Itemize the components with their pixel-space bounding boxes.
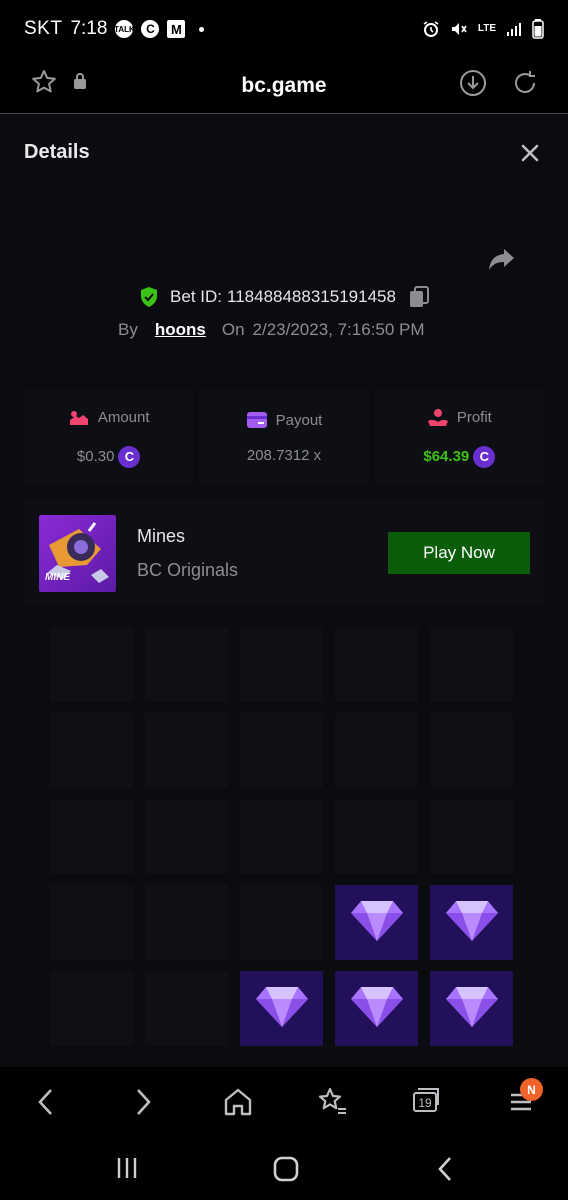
verified-shield-icon: [141, 287, 158, 307]
network-type: LTE: [477, 23, 496, 34]
download-icon[interactable]: [458, 68, 488, 98]
bet-id-label: Bet ID:: [170, 287, 223, 306]
game-provider: BC Originals: [137, 560, 239, 580]
system-nav-bar: [0, 1137, 568, 1200]
user-link[interactable]: hoons: [155, 320, 206, 340]
profit-icon: [427, 408, 448, 426]
hidden-tile[interactable]: [50, 799, 133, 874]
hidden-tile[interactable]: [145, 799, 228, 874]
gem-tile[interactable]: [335, 971, 418, 1046]
hidden-tile[interactable]: [50, 885, 133, 960]
stat-profit-value: $64.39: [423, 448, 470, 465]
gem-icon: [445, 983, 498, 1034]
hidden-tile[interactable]: [145, 971, 228, 1046]
carrier-label: SKT: [24, 18, 63, 39]
forward-icon[interactable]: [130, 1085, 156, 1119]
hidden-tile[interactable]: [145, 713, 228, 788]
mines-game-thumbnail[interactable]: MINE: [39, 515, 116, 592]
hidden-tile[interactable]: [430, 799, 513, 874]
game-card: MINE Mines BC Originals Play Now: [24, 500, 544, 605]
stat-amount-value: $0.30: [76, 448, 115, 465]
menu-notification-badge: N: [520, 1078, 543, 1101]
hidden-tile[interactable]: [335, 799, 418, 874]
coin-icon: C: [473, 445, 496, 468]
bookmarks-icon[interactable]: [316, 1085, 348, 1119]
details-title: Details: [24, 141, 90, 163]
stat-payout: Payout 208.7312 x: [199, 390, 369, 485]
battery-icon: [532, 19, 544, 39]
clock: 7:18: [70, 18, 108, 39]
stat-payout-label: Payout: [275, 411, 323, 429]
coin-icon: C: [118, 445, 141, 468]
bet-date: 2/23/2023, 7:16:50 PM: [252, 320, 425, 339]
mines-thumb-label: MINE: [45, 572, 70, 583]
signal-icon: [507, 23, 521, 36]
hidden-tile[interactable]: [430, 713, 513, 788]
gem-icon: [350, 983, 403, 1034]
tabs-button[interactable]: 19: [412, 1087, 440, 1113]
details-panel: Details Bet ID: 118488488315191458 By ho…: [0, 115, 568, 1067]
hidden-tile[interactable]: [50, 971, 133, 1046]
hidden-tile[interactable]: [240, 885, 323, 960]
gem-tile[interactable]: [240, 971, 323, 1046]
alarm-icon: [423, 21, 439, 37]
hidden-tile[interactable]: [335, 713, 418, 788]
stat-amount: Amount $0.30 C: [24, 390, 194, 485]
amount-icon: [69, 410, 88, 425]
home-nav-icon[interactable]: [272, 1155, 300, 1183]
back-icon[interactable]: [33, 1085, 59, 1119]
talk-notification-icon: TALK: [114, 20, 135, 38]
hidden-tile[interactable]: [430, 627, 513, 702]
gem-tile[interactable]: [335, 885, 418, 960]
reload-icon[interactable]: [510, 68, 540, 98]
bet-meta-row: By hoons On 2/23/2023, 7:16:50 PM: [118, 320, 425, 340]
stat-profit: Profit $64.39 C: [374, 390, 544, 485]
gem-tile[interactable]: [430, 971, 513, 1046]
home-icon[interactable]: [222, 1085, 254, 1119]
on-label: On: [221, 320, 245, 339]
gem-icon: [350, 897, 403, 948]
browser-toolbar: 19: [0, 1067, 568, 1137]
stat-payout-value: 208.7312 x: [246, 447, 322, 464]
hidden-tile[interactable]: [240, 627, 323, 702]
hidden-tile[interactable]: [145, 627, 228, 702]
by-label: By: [118, 320, 138, 339]
payout-icon: [246, 412, 267, 428]
mute-icon: [451, 23, 467, 35]
share-icon[interactable]: [486, 243, 518, 275]
stat-profit-label: Profit: [456, 409, 492, 426]
mines-grid: [50, 627, 518, 1047]
hidden-tile[interactable]: [240, 799, 323, 874]
more-notifications-dot: [199, 26, 205, 32]
gem-icon: [255, 983, 308, 1034]
tab-count: 19: [418, 1096, 432, 1110]
close-icon[interactable]: [518, 141, 542, 165]
hidden-tile[interactable]: [50, 627, 133, 702]
play-now-button[interactable]: Play Now: [388, 532, 530, 574]
bet-id-row: Bet ID: 118488488315191458: [0, 285, 568, 309]
m-notification-icon: M: [167, 20, 186, 38]
gem-icon: [445, 897, 498, 948]
gem-tile[interactable]: [430, 885, 513, 960]
bet-id-value: 118488488315191458: [227, 287, 396, 306]
status-bar: SKT 7:18 TALK C M LTE: [0, 0, 568, 58]
back-nav-icon[interactable]: [434, 1155, 456, 1183]
hidden-tile[interactable]: [335, 627, 418, 702]
copy-icon[interactable]: [408, 285, 430, 309]
hidden-tile[interactable]: [240, 713, 323, 788]
hidden-tile[interactable]: [145, 885, 228, 960]
game-name: Mines: [137, 526, 186, 546]
url-bar: bc.game: [0, 58, 568, 114]
c-notification-icon: C: [141, 20, 160, 38]
hidden-tile[interactable]: [50, 713, 133, 788]
bet-stats: Amount $0.30 C Payout 208.7312 x Profit …: [24, 390, 544, 485]
stat-amount-label: Amount: [97, 409, 150, 426]
recent-apps-icon[interactable]: [114, 1155, 140, 1181]
